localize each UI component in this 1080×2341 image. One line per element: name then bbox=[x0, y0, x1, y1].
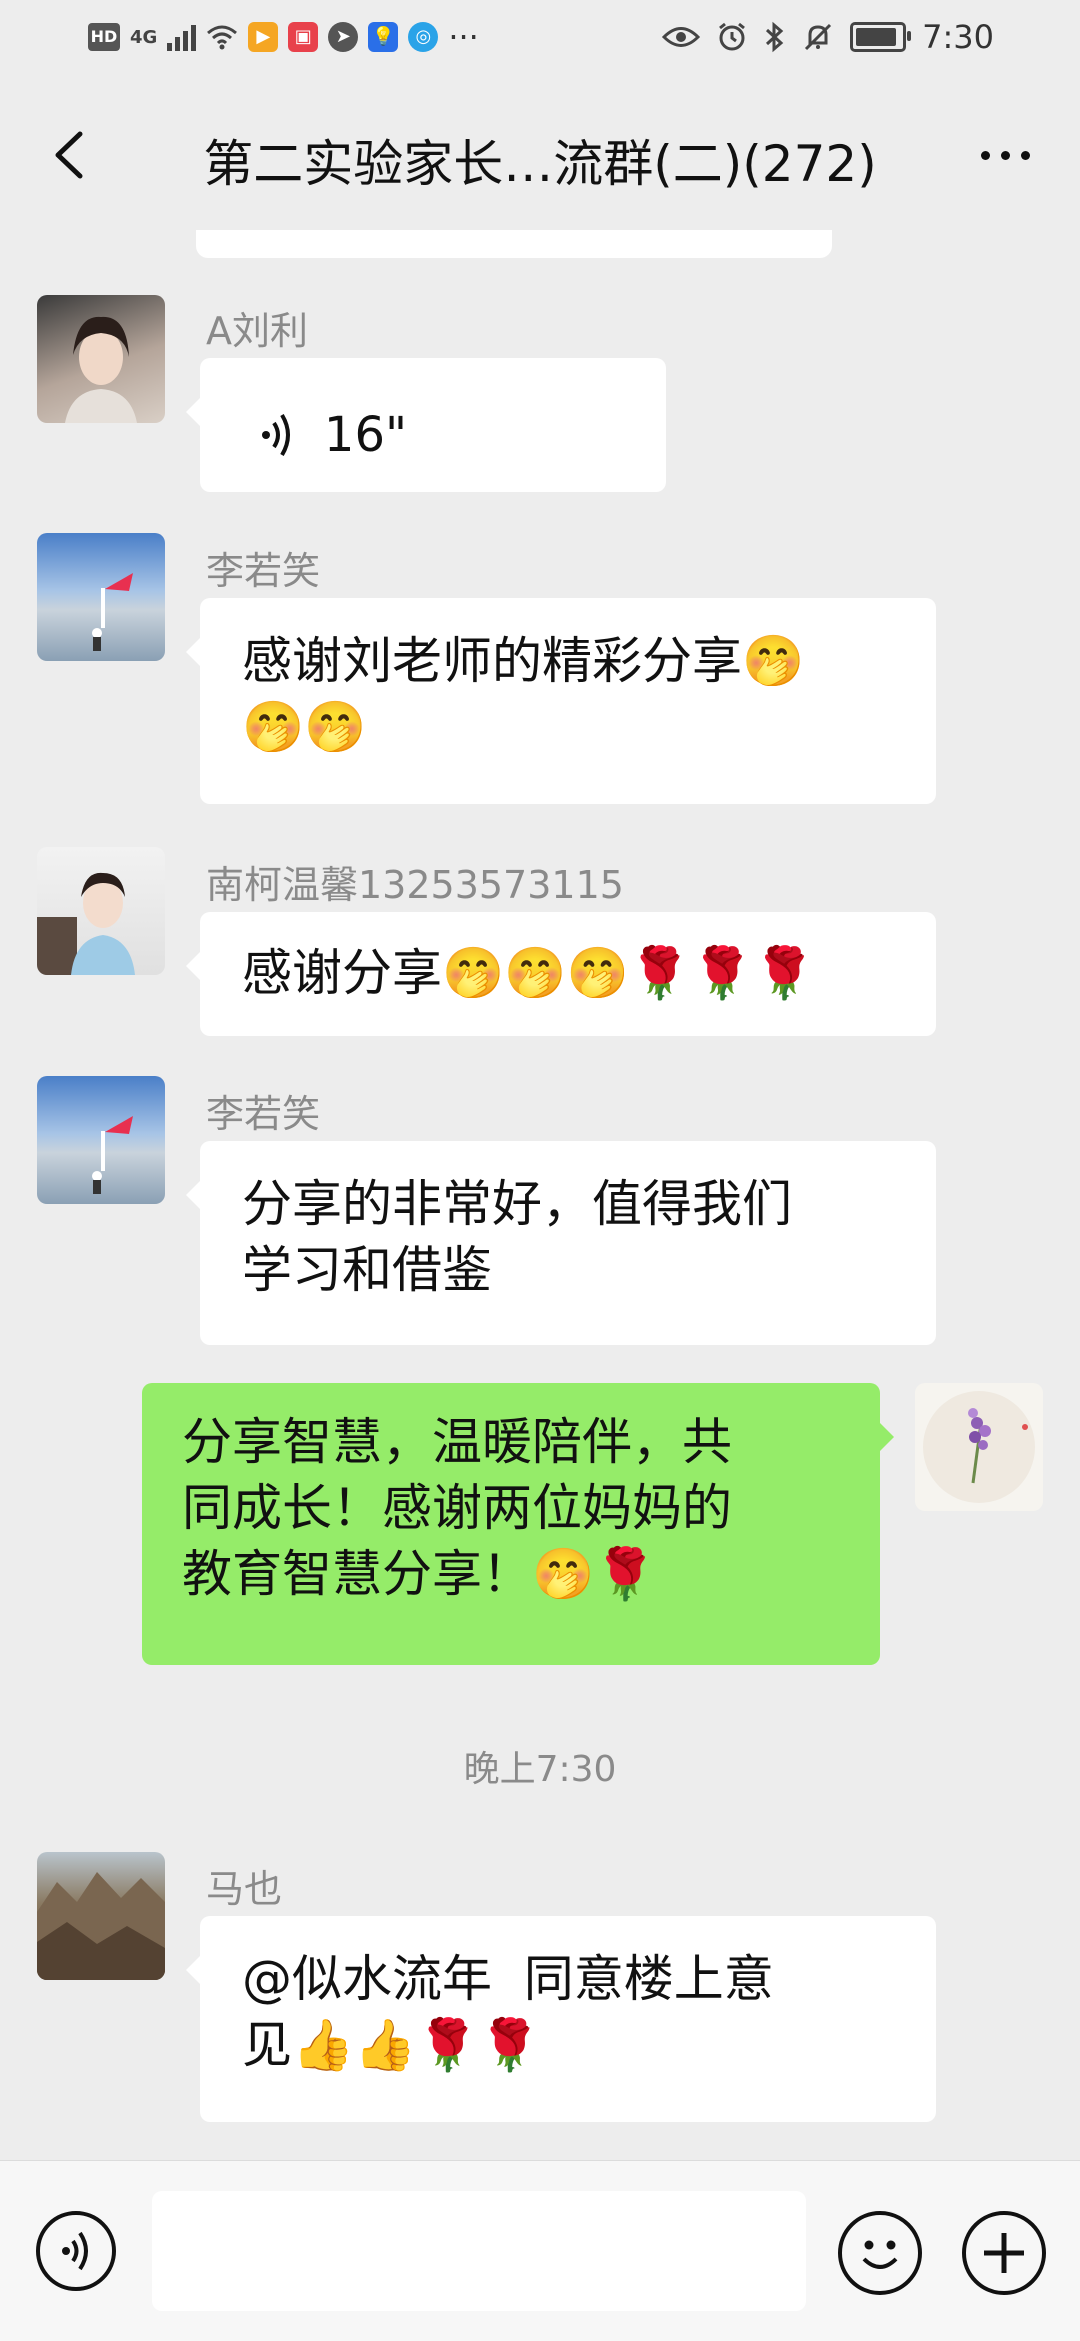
status-left-icons: HD 4G ▶ ▣ ➤ 💡 ◎ ··· bbox=[88, 18, 479, 56]
voice-toggle-icon bbox=[62, 2231, 88, 2271]
battery-icon bbox=[850, 22, 912, 52]
time-divider: 晚上7:30 bbox=[463, 1749, 617, 1790]
message-text: 分享智慧，温暖陪伴，共 同成长！感谢两位妈妈的 教育智慧分享！🤭🌹 bbox=[182, 1413, 732, 1603]
message-input[interactable] bbox=[152, 2191, 806, 2311]
sender-name: 南柯温馨13253573115 bbox=[206, 863, 624, 907]
compass-app-icon: ➤ bbox=[328, 22, 359, 52]
avatar[interactable] bbox=[37, 847, 165, 975]
status-time: 7:30 bbox=[922, 18, 994, 56]
avatar[interactable] bbox=[37, 533, 165, 661]
eye-icon bbox=[662, 27, 701, 47]
chat-header: 第二实验家长…流群(二)(272) bbox=[0, 80, 1080, 230]
sender-name: 马也 bbox=[206, 1867, 283, 1911]
voice-toggle-button[interactable] bbox=[36, 2211, 116, 2291]
alarm-icon bbox=[719, 22, 746, 51]
message-bubble[interactable]: @似水流年 同意楼上意 见👍👍🌹🌹 bbox=[186, 1916, 936, 2122]
self-message-bubble[interactable]: 分享智慧，温暖陪伴，共 同成长！感谢两位妈妈的 教育智慧分享！🤭🌹 bbox=[142, 1383, 894, 1665]
voice-message-bubble[interactable]: 16" bbox=[186, 358, 666, 492]
message-bubble[interactable]: 感谢刘老师的精彩分享🤭 🤭🤭 bbox=[186, 598, 936, 804]
signal-icon bbox=[167, 23, 197, 51]
sender-name: 李若笑 bbox=[206, 1092, 321, 1136]
plus-button[interactable] bbox=[962, 2211, 1046, 2295]
mute-icon bbox=[805, 23, 832, 51]
more-dots-icon[interactable] bbox=[970, 130, 1040, 180]
input-bar bbox=[0, 2160, 1080, 2341]
emoji-button[interactable] bbox=[838, 2211, 922, 2295]
chat-title: 第二实验家长…流群(二)(272) bbox=[203, 135, 877, 193]
voice-duration: 16" bbox=[323, 406, 408, 463]
message-bubble[interactable]: 感谢分享🤭🤭🤭🌹🌹🌹 bbox=[186, 912, 936, 1036]
red-app-icon: ▣ bbox=[288, 22, 319, 52]
voice-wave-icon bbox=[262, 413, 290, 456]
message-text: 分享的非常好，值得我们 学习和借鉴 bbox=[242, 1175, 792, 1299]
message-text: @似水流年 同意楼上意 见👍👍🌹🌹 bbox=[242, 1950, 774, 2074]
avatar[interactable] bbox=[37, 1852, 165, 1980]
avatar[interactable] bbox=[37, 295, 165, 423]
wifi-icon bbox=[207, 25, 238, 50]
status-right-icons: 7:30 bbox=[662, 18, 994, 56]
emoji-icon bbox=[862, 2240, 898, 2269]
back-button[interactable] bbox=[36, 120, 106, 190]
message-bubble[interactable]: 分享的非常好，值得我们 学习和借鉴 bbox=[186, 1141, 936, 1345]
video-app-icon: ▶ bbox=[248, 22, 279, 52]
sender-name: 李若笑 bbox=[206, 549, 321, 593]
bulb-app-icon: 💡 bbox=[368, 22, 399, 52]
avatar[interactable] bbox=[37, 1076, 165, 1204]
message-text: 感谢分享🤭🤭🤭🌹🌹🌹 bbox=[242, 944, 816, 1002]
hd-icon: HD bbox=[88, 23, 120, 51]
self-avatar[interactable] bbox=[915, 1383, 1043, 1511]
plus-icon bbox=[984, 2233, 1024, 2273]
status-bar: HD 4G ▶ ▣ ➤ 💡 ◎ ··· 7:30 bbox=[0, 0, 1080, 80]
bluetooth-icon bbox=[766, 21, 784, 53]
network-type: 4G bbox=[130, 26, 158, 48]
sender-name: A刘利 bbox=[206, 309, 308, 353]
chevron-left-icon bbox=[55, 131, 83, 179]
browser-app-icon: ◎ bbox=[408, 22, 439, 52]
more-icon: ··· bbox=[448, 18, 479, 56]
partial-message-bubble bbox=[196, 230, 832, 258]
message-text: 感谢刘老师的精彩分享🤭 🤭🤭 bbox=[242, 632, 805, 756]
